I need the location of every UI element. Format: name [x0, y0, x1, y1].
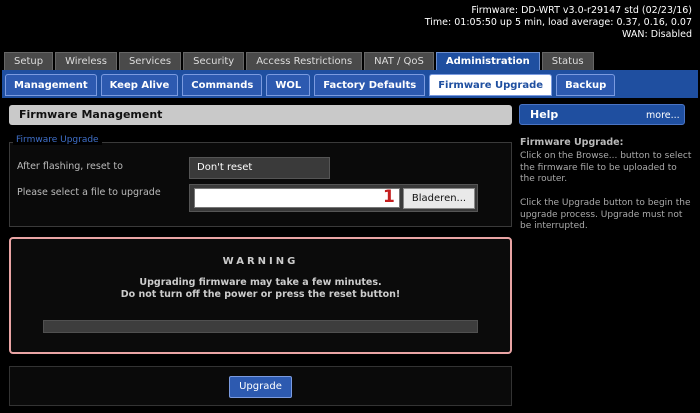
subtab-commands[interactable]: Commands — [182, 74, 263, 96]
tab-wireless[interactable]: Wireless — [55, 52, 117, 70]
tab-setup[interactable]: Setup — [4, 52, 54, 70]
wan-status: WAN: Disabled — [622, 29, 692, 40]
tab-status[interactable]: Status — [541, 52, 594, 70]
warning-line-1: Upgrading firmware may take a few minute… — [139, 277, 382, 288]
subtab-backup[interactable]: Backup — [556, 74, 616, 96]
help-title: Help — [530, 108, 559, 121]
subtab-management[interactable]: Management — [5, 74, 97, 96]
help-paragraph-1: Click on the Browse... button to select … — [520, 151, 692, 184]
main-nav-tabs: Setup Wireless Services Security Access … — [4, 52, 594, 70]
sub-nav-tabs: Management Keep Alive Commands WOL Facto… — [5, 74, 616, 96]
tab-security[interactable]: Security — [183, 52, 245, 70]
subtab-factory-defaults[interactable]: Factory Defaults — [314, 74, 426, 96]
subtab-wol[interactable]: WOL — [266, 74, 311, 96]
warning-title: WARNING — [222, 256, 299, 267]
tab-administration[interactable]: Administration — [435, 52, 540, 70]
browse-button[interactable]: Bladeren... — [403, 188, 475, 209]
subtab-firmware-upgrade[interactable]: Firmware Upgrade — [429, 74, 553, 96]
router-status-info: Firmware: DD-WRT v3.0-r29147 std (02/23/… — [425, 5, 692, 41]
fieldset-legend: Firmware Upgrade — [13, 135, 102, 145]
tab-services[interactable]: Services — [118, 52, 182, 70]
upgrade-progress-bar — [43, 320, 478, 333]
tab-access-restrictions[interactable]: Access Restrictions — [246, 52, 363, 70]
file-path-input[interactable] — [194, 188, 400, 208]
section-title: Firmware Management — [9, 105, 512, 125]
reset-label: After flashing, reset to — [17, 161, 123, 172]
firmware-version: Firmware: DD-WRT v3.0-r29147 std (02/23/… — [471, 5, 692, 16]
help-more-link[interactable]: more... — [646, 110, 680, 121]
help-paragraph-2: Click the Upgrade button to begin the up… — [520, 198, 691, 231]
tab-nat-qos[interactable]: NAT / QoS — [364, 52, 434, 70]
help-subtitle: Firmware Upgrade: — [520, 137, 624, 148]
reset-select[interactable]: Don't reset — [189, 157, 330, 179]
subtab-keep-alive[interactable]: Keep Alive — [100, 74, 179, 96]
file-label: Please select a file to upgrade — [17, 187, 161, 198]
file-number-annotation: 1 — [383, 187, 395, 207]
upgrade-button[interactable]: Upgrade — [229, 376, 292, 398]
warning-line-2: Do not turn off the power or press the r… — [120, 289, 401, 300]
uptime-load: Time: 01:05:50 up 5 min, load average: 0… — [424, 17, 692, 28]
